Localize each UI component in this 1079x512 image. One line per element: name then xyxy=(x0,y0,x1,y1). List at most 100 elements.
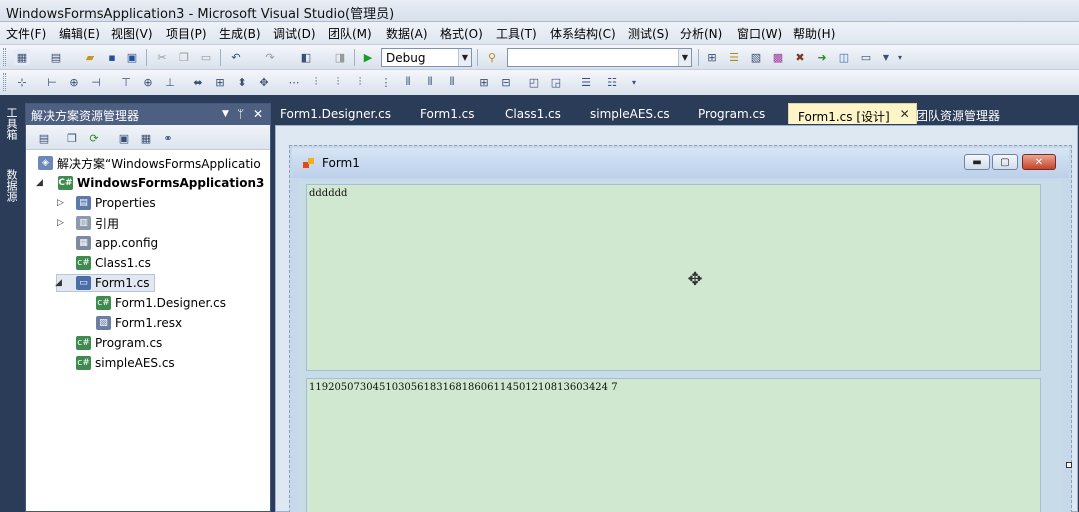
toolbar-overflow-icon[interactable]: ▾ xyxy=(626,74,642,90)
find-combo[interactable]: ▼ xyxy=(507,48,692,67)
minimize-icon[interactable]: ▬ xyxy=(964,154,990,170)
navigate-forward-icon[interactable]: ◨ xyxy=(332,49,348,65)
open-file-icon[interactable]: ▰ xyxy=(82,49,98,65)
close-icon[interactable]: ✕ xyxy=(1022,154,1056,170)
save-icon[interactable]: ▪ xyxy=(104,49,120,65)
menu-tools[interactable]: 工具(T) xyxy=(496,25,537,42)
tree-item-app-config[interactable]: ▦ app.config xyxy=(76,234,158,252)
send-to-back-icon[interactable]: ◲ xyxy=(548,74,564,90)
new-project-icon[interactable]: ▦ xyxy=(14,49,30,65)
textbox-2[interactable]: 1192050730451030561831681860611450121081… xyxy=(306,378,1041,512)
collapsed-arrow-icon[interactable]: ▷ xyxy=(57,198,64,208)
tree-item-properties[interactable]: ▷ ▤ Properties xyxy=(57,194,156,212)
menu-analyze[interactable]: 分析(N) xyxy=(680,25,722,42)
size-to-grid-icon[interactable]: ⊞ xyxy=(212,74,228,90)
tree-item-form1[interactable]: ◢ ▭ Form1.cs xyxy=(55,274,155,292)
decrease-horizontal-spacing-icon[interactable]: ⫶ xyxy=(330,74,346,90)
menu-help[interactable]: 帮助(H) xyxy=(793,25,835,42)
align-centers-icon[interactable]: ⊕ xyxy=(66,74,82,90)
remove-vertical-spacing-icon[interactable]: ⫴ xyxy=(444,74,460,90)
chevron-down-icon[interactable]: ▼ xyxy=(678,49,691,66)
class-diagram-icon[interactable]: ⚭ xyxy=(160,130,176,146)
vertical-spacing-equal-icon[interactable]: ⋮ xyxy=(378,74,394,90)
textbox-1[interactable]: dddddd xyxy=(306,184,1041,371)
solution-explorer-icon[interactable]: ⊞ xyxy=(704,49,720,65)
tree-item-simpleaes[interactable]: c# simpleAES.cs xyxy=(76,354,175,372)
redo-icon[interactable]: ↷ xyxy=(262,49,278,65)
tab-form1-designer-cs[interactable]: Form1.Designer.cs xyxy=(271,103,399,124)
tab-order-icon[interactable]: ☷ xyxy=(604,74,620,90)
align-tops-icon[interactable]: ⊤ xyxy=(118,74,134,90)
tab-simpleaes-cs[interactable]: simpleAES.cs xyxy=(581,103,678,124)
tree-item-class1[interactable]: c# Class1.cs xyxy=(76,254,151,272)
maximize-icon[interactable]: ▢ xyxy=(992,154,1018,170)
undo-icon[interactable]: ↶ xyxy=(228,49,244,65)
tree-item-form1-resx[interactable]: ▧ Form1.resx xyxy=(96,314,182,332)
tab-program-cs[interactable]: Program.cs xyxy=(689,103,773,124)
menu-project[interactable]: 项目(P) xyxy=(166,25,207,42)
align-rights-icon[interactable]: ⊣ xyxy=(88,74,104,90)
align-middles-icon[interactable]: ⊕ xyxy=(140,74,156,90)
menu-build[interactable]: 生成(B) xyxy=(219,25,261,42)
center-vertically-icon[interactable]: ⊟ xyxy=(498,74,514,90)
chevron-down-icon[interactable]: ▼ xyxy=(222,109,229,119)
resize-handle-icon[interactable] xyxy=(1066,462,1072,468)
find-in-files-icon[interactable]: ⚲ xyxy=(484,49,500,65)
object-browser-icon[interactable]: ▧ xyxy=(748,49,764,65)
menu-window[interactable]: 窗口(W) xyxy=(737,25,782,42)
navigate-backward-icon[interactable]: ◧ xyxy=(298,49,314,65)
tree-item-solution[interactable]: ◈ 解决方案“WindowsFormsApplicatio xyxy=(38,154,261,172)
menu-team[interactable]: 团队(M) xyxy=(328,25,372,42)
bring-to-front-icon[interactable]: ◰ xyxy=(526,74,542,90)
paste-icon[interactable]: ▭ xyxy=(198,49,214,65)
close-icon[interactable]: ✕ xyxy=(253,107,263,121)
menu-format[interactable]: 格式(O) xyxy=(440,25,483,42)
menu-data[interactable]: 数据(A) xyxy=(386,25,428,42)
properties-icon[interactable]: ☰ xyxy=(726,49,742,65)
tree-item-program[interactable]: c# Program.cs xyxy=(76,334,162,352)
menu-file[interactable]: 文件(F) xyxy=(6,25,46,42)
command-window-icon[interactable]: ▭ xyxy=(858,49,874,65)
align-bottoms-icon[interactable]: ⊥ xyxy=(162,74,178,90)
tab-class1-cs[interactable]: Class1.cs xyxy=(496,103,569,124)
expanded-arrow-icon[interactable]: ◢ xyxy=(36,178,43,188)
toolbar-grip[interactable] xyxy=(3,73,6,91)
add-item-icon[interactable]: ▤ xyxy=(48,49,64,65)
decrease-vertical-spacing-icon[interactable]: ⫴ xyxy=(422,74,438,90)
form1-window[interactable]: Form1 ▬ ▢ ✕ dddddd ✥ 1192050730451030561… xyxy=(289,145,1072,512)
save-all-icon[interactable]: ▣ xyxy=(124,49,140,65)
horizontal-spacing-equal-icon[interactable]: ⋯ xyxy=(286,74,302,90)
tree-item-references[interactable]: ▷ ▥ 引用 xyxy=(57,214,119,232)
view-code-icon[interactable]: ▣ xyxy=(116,130,132,146)
pin-icon[interactable]: ᛘ xyxy=(237,107,244,121)
align-lefts-icon[interactable]: ⊢ xyxy=(44,74,60,90)
menu-test[interactable]: 测试(S) xyxy=(628,25,669,42)
make-same-width-icon[interactable]: ⬌ xyxy=(190,74,206,90)
center-horizontally-icon[interactable]: ⊞ xyxy=(476,74,492,90)
datasource-tab[interactable]: 数据源 xyxy=(3,169,19,202)
settings-icon[interactable]: ✖ xyxy=(792,49,808,65)
remove-horizontal-spacing-icon[interactable]: ⫶ xyxy=(352,74,368,90)
increase-vertical-spacing-icon[interactable]: ⫴ xyxy=(400,74,416,90)
make-same-height-icon[interactable]: ⬍ xyxy=(234,74,250,90)
solution-configuration-select[interactable]: Debug ▼ xyxy=(381,48,472,67)
start-debugging-icon[interactable]: ▶ xyxy=(360,49,376,65)
class-view-icon[interactable]: ◫ xyxy=(836,49,852,65)
increase-horizontal-spacing-icon[interactable]: ⫶ xyxy=(308,74,324,90)
show-all-files-icon[interactable]: ❐ xyxy=(64,130,80,146)
align-to-grid-icon[interactable]: ⊹ xyxy=(14,74,30,90)
refresh-icon[interactable]: ⟳ xyxy=(86,130,102,146)
menu-debug[interactable]: 调试(D) xyxy=(273,25,316,42)
tree-item-project[interactable]: ◢ C# WindowsFormsApplication3 xyxy=(36,174,264,192)
view-designer-icon[interactable]: ▦ xyxy=(138,130,154,146)
toolbox-icon[interactable]: ▩ xyxy=(770,49,786,65)
toolbar-grip[interactable] xyxy=(3,48,6,66)
toolbox-tab[interactable]: 工具箱 xyxy=(3,107,19,140)
tab-team-explorer[interactable]: 团队资源管理器 xyxy=(907,103,1008,124)
cut-icon[interactable]: ✂ xyxy=(154,49,170,65)
copy-icon[interactable]: ❐ xyxy=(176,49,192,65)
tree-item-form1-designer[interactable]: c# Form1.Designer.cs xyxy=(96,294,226,312)
properties-icon[interactable]: ▤ xyxy=(36,130,52,146)
menu-view[interactable]: 视图(V) xyxy=(111,25,153,42)
menu-edit[interactable]: 编辑(E) xyxy=(59,25,100,42)
